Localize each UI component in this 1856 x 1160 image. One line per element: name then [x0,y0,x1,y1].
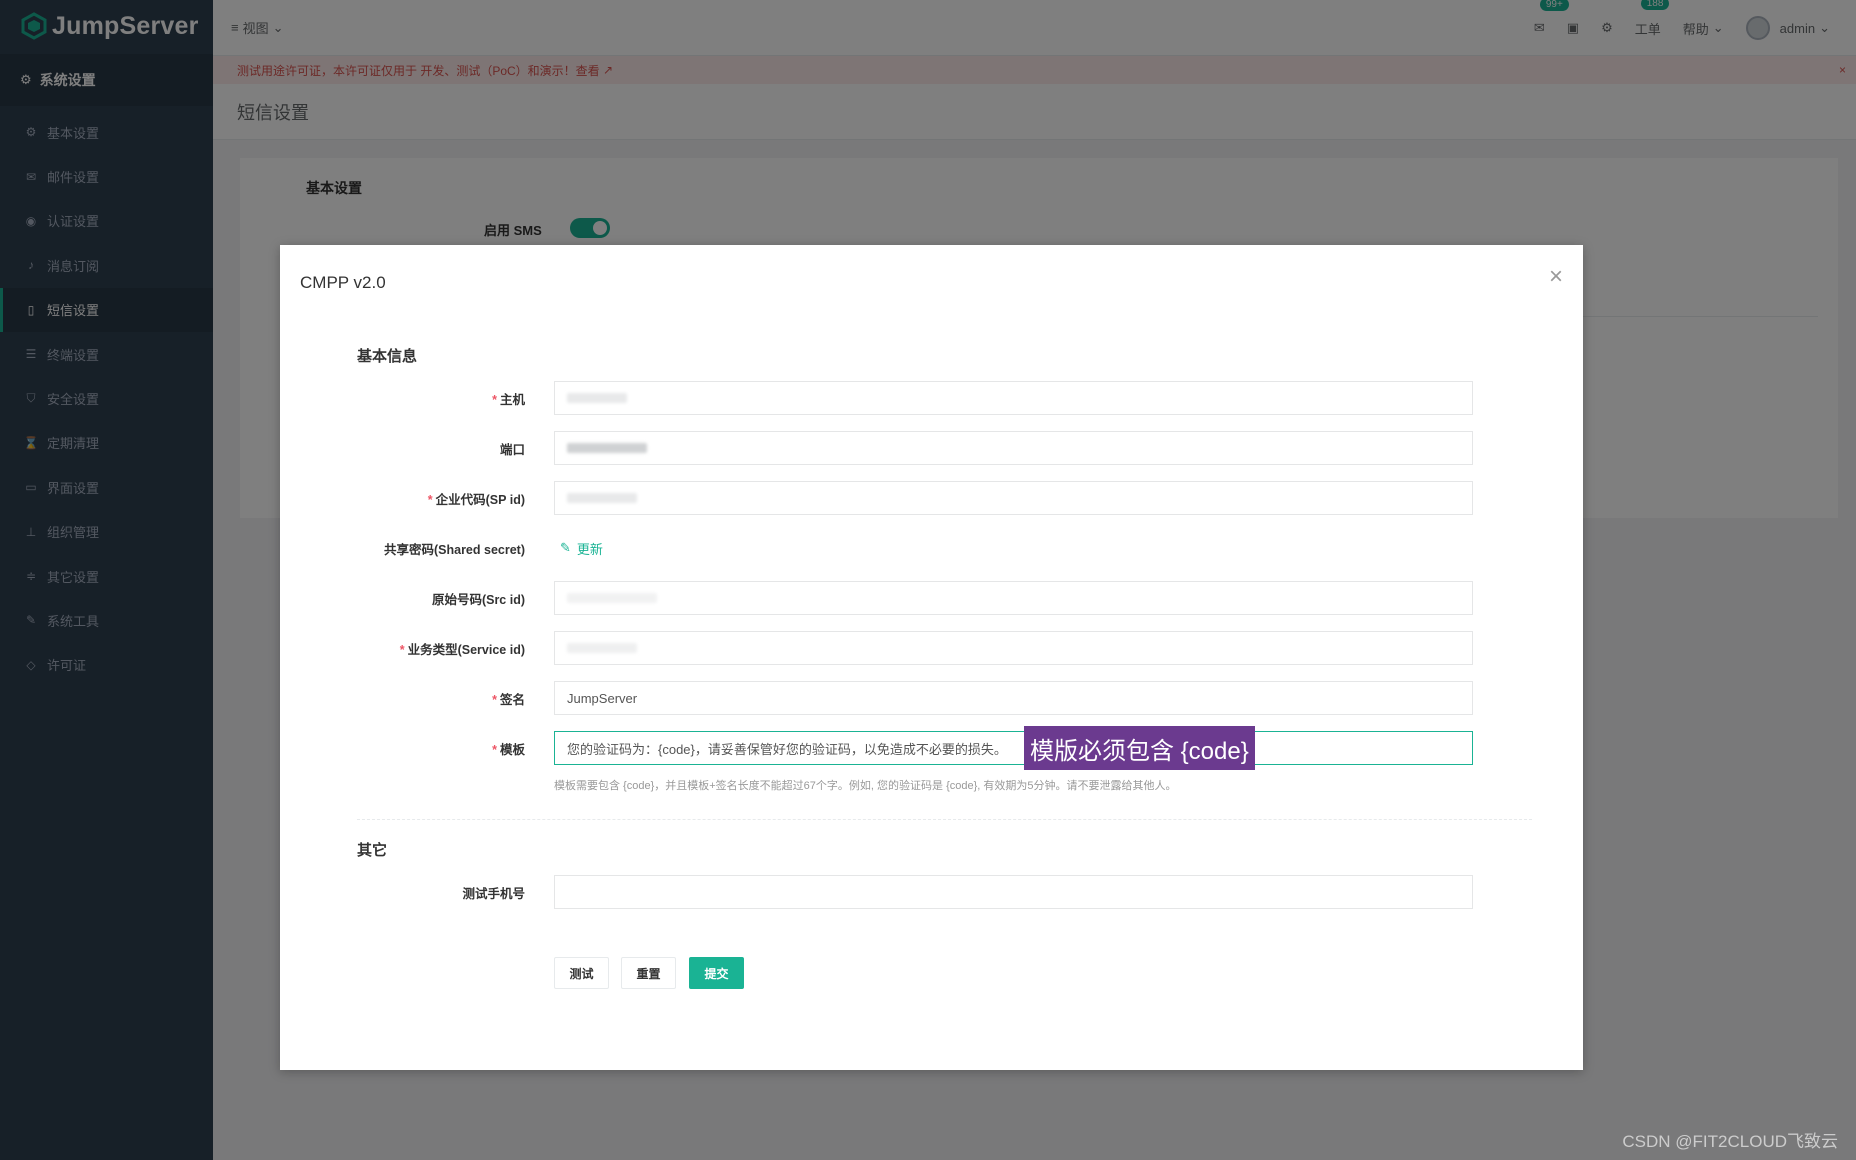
test-phone-input[interactable] [554,875,1473,909]
sp-id-label: 企业代码(SP id) [435,492,525,507]
sign-input[interactable]: JumpServer [554,681,1473,715]
masked-value [567,393,627,403]
watermark: CSDN @FIT2CLOUD飞致云 [1622,1132,1838,1151]
port-label: 端口 [499,442,525,457]
template-row: * 模板 您的验证码为：{code}，请妥善保管好您的验证码，以免造成不必要的损失… [280,731,1583,765]
edit-icon: ✎ [560,540,571,555]
service-id-row: * 业务类型(Service id) [280,631,1583,665]
masked-value [567,493,637,503]
shared-secret-label: 共享密码(Shared secret) [383,542,525,557]
modal-title: CMPP v2.0 [300,273,386,292]
cmpp-modal: CMPP v2.0 × 基本信息 * 主机 端口 * 企业代码(SP id) 共享密… [280,245,1583,1070]
template-label: 模板 [499,742,525,757]
sign-label: 签名 [499,692,525,707]
shared-secret-row: 共享密码(Shared secret) ✎ 更新 [280,531,1583,565]
template-help-text: 模板需要包含 {code}，并且模板+签名长度不能超过67个字。例如, 您的验证… [554,780,1177,792]
sign-row: * 签名 JumpServer [280,681,1583,715]
host-label: 主机 [499,392,525,407]
src-id-input[interactable] [554,581,1473,615]
test-button[interactable]: 测试 [554,957,609,989]
service-id-input[interactable] [554,631,1473,665]
shared-secret-update-link[interactable]: ✎ 更新 [560,539,603,558]
section-basic-info: 基本信息 [357,348,418,365]
modal-close-button[interactable]: × [1549,263,1563,291]
masked-value [567,593,657,603]
template-input[interactable]: 您的验证码为：{code}，请妥善保管好您的验证码，以免造成不必要的损失。 [554,731,1473,765]
service-id-label: 业务类型(Service id) [407,642,525,657]
test-phone-label: 测试手机号 [462,886,525,901]
sp-id-input[interactable] [554,481,1473,515]
template-annotation: 模版必须包含 {code} [1024,726,1255,770]
submit-button[interactable]: 提交 [689,957,744,989]
section-other: 其它 [357,842,388,859]
masked-value [567,643,637,653]
src-id-row: 原始号码(Src id) [280,581,1583,615]
reset-button[interactable]: 重置 [621,957,676,989]
host-row: * 主机 [280,381,1583,415]
masked-value [567,443,647,453]
port-row: 端口 [280,431,1583,465]
port-input[interactable] [554,431,1473,465]
host-input[interactable] [554,381,1473,415]
src-id-label: 原始号码(Src id) [431,592,525,607]
test-phone-row: 测试手机号 [280,875,1583,909]
sp-id-row: * 企业代码(SP id) [280,481,1583,515]
section-divider [357,819,1532,820]
